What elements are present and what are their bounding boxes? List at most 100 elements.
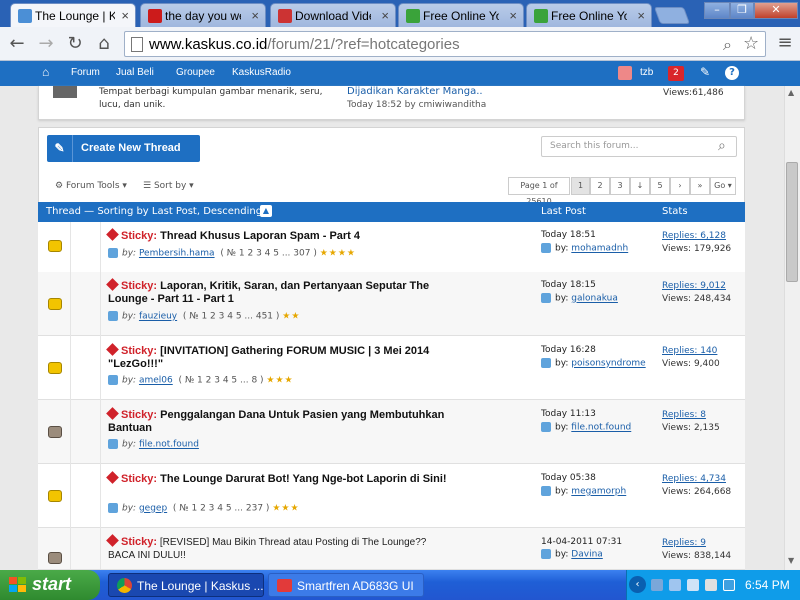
forward-arrow-icon[interactable]: → <box>35 33 57 54</box>
scroll-down-icon[interactable]: ▼ <box>788 556 794 565</box>
nav-jual-beli[interactable]: Jual Beli <box>116 67 154 78</box>
go-to-page-button[interactable]: Go ▾ <box>710 177 736 195</box>
goto-last-post-icon[interactable] <box>541 486 551 496</box>
close-icon[interactable]: × <box>381 8 389 23</box>
star-icon[interactable]: ☆ <box>743 33 759 54</box>
close-icon[interactable]: × <box>121 8 129 23</box>
last-post-column-header[interactable]: Last Post <box>541 206 586 217</box>
tab-download-video[interactable]: Download Video × <box>270 3 396 27</box>
thread-author[interactable]: amel06 <box>139 376 173 386</box>
page-scrollbar[interactable]: ▲ ▼ <box>784 86 800 570</box>
replies-link[interactable]: Replies: 9,012 <box>662 280 731 293</box>
close-icon[interactable]: × <box>251 8 259 23</box>
last-post-user[interactable]: poisonsyndrome <box>571 359 645 369</box>
replies-link[interactable]: Replies: 140 <box>662 345 720 358</box>
thread-preview-icon[interactable] <box>108 248 118 258</box>
thread-title[interactable]: Penggalangan Dana Untuk Pasien yang Memb… <box>108 409 444 434</box>
scroll-up-icon[interactable]: ▲ <box>788 88 794 97</box>
page-5-button[interactable]: 5 <box>650 177 670 195</box>
tab-free-online-youtube-1[interactable]: Free Online YouTube × <box>398 3 524 27</box>
thread-title-block[interactable]: Sticky: Thread Khusus Laporan Spam - Par… <box>106 228 448 243</box>
tab-the-day-you-went-away[interactable]: the day you went away × <box>140 3 266 27</box>
page-down-button[interactable]: ↓ <box>630 177 650 195</box>
page-1-button[interactable]: 1 <box>571 177 590 195</box>
notification-badge[interactable]: 2 <box>668 66 684 81</box>
start-button[interactable]: start <box>0 570 100 600</box>
taskbar-item-smartfren[interactable]: Smartfren AD683G UI <box>268 573 424 597</box>
reload-icon[interactable]: ↻ <box>64 33 86 54</box>
last-page-button[interactable]: » <box>690 177 710 195</box>
nav-forum[interactable]: Forum <box>71 67 100 78</box>
thread-title[interactable]: The Lounge Darurat Bot! Yang Nge-bot Lap… <box>160 473 446 485</box>
home-icon[interactable]: ⌂ <box>93 33 115 54</box>
thread-author[interactable]: file.not.found <box>139 440 199 450</box>
thread-title[interactable]: [INVITATION] Gathering FORUM MUSIC | 3 M… <box>108 345 429 370</box>
scrollbar-thumb[interactable] <box>786 162 798 282</box>
search-forum-input[interactable]: Search this forum... ⌕ <box>541 136 737 157</box>
menu-icon[interactable]: ≡ <box>774 32 796 53</box>
stats-column-header[interactable]: Stats <box>662 206 688 217</box>
replies-link[interactable]: Replies: 9 <box>662 537 731 550</box>
thread-author[interactable]: fauzieuy <box>139 312 177 322</box>
thread-title-block[interactable]: Sticky: The Lounge Darurat Bot! Yang Nge… <box>106 471 448 486</box>
thread-preview-icon[interactable] <box>108 439 118 449</box>
thread-title[interactable]: Laporan, Kritik, Saran, dan Pertanyaan S… <box>108 280 429 305</box>
replies-link[interactable]: Replies: 4,734 <box>662 473 731 486</box>
username[interactable]: tzb <box>640 67 653 78</box>
last-post-user[interactable]: galonakua <box>571 294 618 304</box>
volume-icon[interactable] <box>687 579 699 591</box>
nav-groupee[interactable]: Groupee <box>176 67 215 78</box>
tab-free-online-youtube-2[interactable]: Free Online YouTube × <box>526 3 652 27</box>
page-3-button[interactable]: 3 <box>610 177 630 195</box>
devices-icon[interactable] <box>669 579 681 591</box>
tab-the-lounge[interactable]: The Lounge | Kaskus × <box>10 3 136 28</box>
last-post-user[interactable]: file.not.found <box>571 423 631 433</box>
goto-last-post-icon[interactable] <box>541 243 551 253</box>
thread-author[interactable]: Pembersih.hama <box>139 249 215 259</box>
thread-preview-icon[interactable] <box>108 311 118 321</box>
thread-preview-icon[interactable] <box>108 503 118 513</box>
taskbar-item-chrome[interactable]: The Lounge | Kaskus ... <box>108 573 264 597</box>
nav-kaskus-radio[interactable]: KaskusRadio <box>232 67 291 78</box>
goto-last-post-icon[interactable] <box>541 293 551 303</box>
thread-author[interactable]: gegep <box>139 504 167 514</box>
replies-link[interactable]: Replies: 8 <box>662 409 720 422</box>
thread-title-block[interactable]: Sticky: Penggalangan Dana Untuk Pasien y… <box>106 407 448 435</box>
thread-title-block[interactable]: Sticky: [INVITATION] Gathering FORUM MUS… <box>106 343 448 371</box>
forum-tools-menu[interactable]: ⚙ Forum Tools ▾ <box>55 181 127 191</box>
thread-title[interactable]: Thread Khusus Laporan Spam - Part 4 <box>160 230 360 242</box>
next-page-button[interactable]: › <box>670 177 690 195</box>
avatar[interactable] <box>618 66 632 80</box>
new-tab-button[interactable] <box>653 7 691 24</box>
address-bar[interactable]: www.kaskus.co.id/forum/21/?ref=hotcatego… <box>124 31 766 57</box>
sort-toggle-icon[interactable]: ▲ <box>260 205 272 217</box>
show-hidden-icons-icon[interactable]: ‹ <box>629 576 646 593</box>
last-post-user[interactable]: Davina <box>571 550 603 560</box>
window-close-button[interactable]: ✕ <box>754 2 798 19</box>
maximize-button[interactable]: ❐ <box>730 2 754 19</box>
thread-pages[interactable]: ( № 1 2 3 4 5 ... 237 ) <box>173 504 270 514</box>
page-2-button[interactable]: 2 <box>590 177 610 195</box>
goto-last-post-icon[interactable] <box>541 358 551 368</box>
close-icon[interactable]: × <box>509 8 517 23</box>
thread-pages[interactable]: ( № 1 2 3 4 5 ... 307 ) <box>220 249 317 259</box>
safely-remove-icon[interactable] <box>705 579 717 591</box>
search-icon[interactable]: ⌕ <box>718 138 726 154</box>
thread-column-header[interactable]: Thread — Sorting by Last Post, Descendin… <box>46 206 262 217</box>
replies-link[interactable]: Replies: 6,128 <box>662 230 731 243</box>
thread-pages[interactable]: ( № 1 2 3 4 5 ... 8 ) <box>178 376 263 386</box>
last-post-user[interactable]: mohamadnh <box>571 244 628 254</box>
thread-title-block[interactable]: Sticky: [REVISED] Mau Bikin Thread atau … <box>106 534 448 562</box>
pencil-icon[interactable]: ✎ <box>700 65 710 79</box>
goto-last-post-icon[interactable] <box>541 422 551 432</box>
thread-pages[interactable]: ( № 1 2 3 4 5 ... 451 ) <box>183 312 280 322</box>
search-icon[interactable]: ⌕ <box>723 35 732 55</box>
network-icon[interactable] <box>651 579 663 591</box>
minimize-button[interactable]: – <box>704 2 730 19</box>
goto-last-post-icon[interactable] <box>541 549 551 559</box>
create-new-thread-button[interactable]: ✎ Create New Thread <box>47 135 200 162</box>
app-tray-icon[interactable] <box>723 579 735 591</box>
sort-by-menu[interactable]: ☰ Sort by ▾ <box>143 181 194 191</box>
last-thread-link[interactable]: Dijadikan Karakter Manga.. <box>347 86 483 97</box>
help-icon[interactable]: ? <box>725 66 739 80</box>
